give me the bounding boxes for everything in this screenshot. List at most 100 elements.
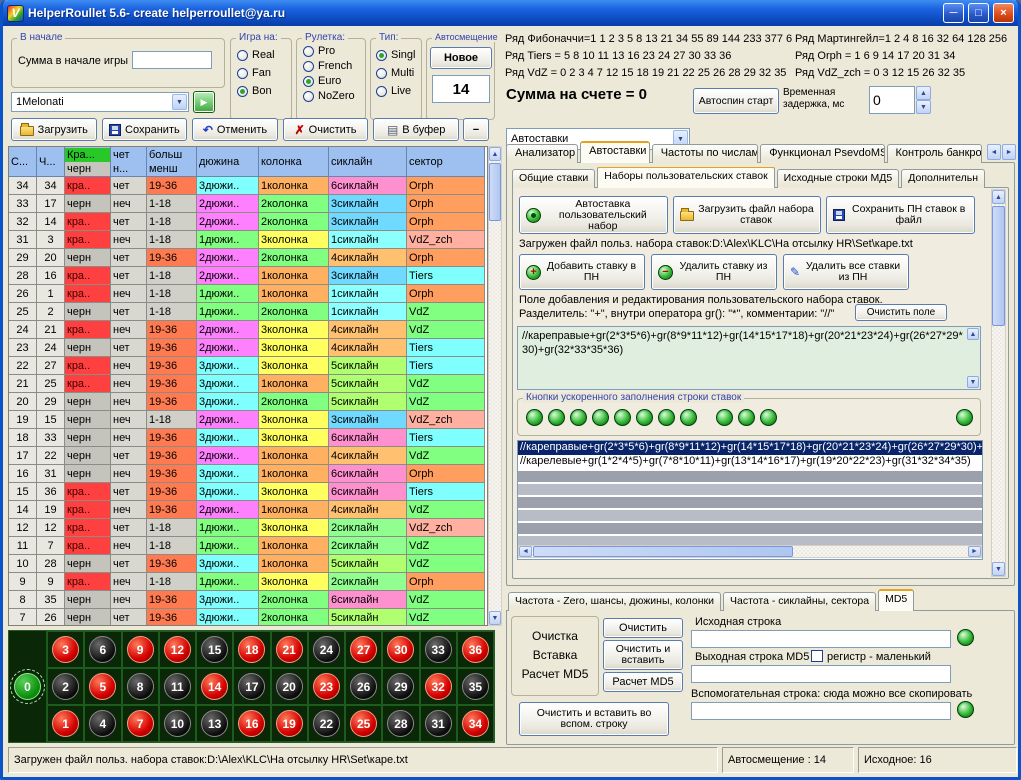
radio-multi[interactable]: Multi: [376, 67, 415, 79]
button-edit-pencil[interactable]: ✎Удалить все ставки из ПН: [783, 254, 909, 290]
delay-value[interactable]: 0: [869, 86, 915, 114]
register-checkbox[interactable]: [811, 650, 823, 662]
delay-spinner[interactable]: 0 ▲ ▼: [869, 86, 931, 114]
md5-source-coin-button[interactable]: [957, 629, 974, 646]
roulette-number-27[interactable]: 27: [350, 636, 377, 663]
roulette-number-22[interactable]: 22: [313, 710, 340, 737]
button-open-folder[interactable]: Загрузить файл набора ставок: [673, 196, 822, 234]
tab-функционал-psevdoms[interactable]: Функционал PsevdoMS: [760, 144, 884, 163]
roulette-number-9[interactable]: 9: [127, 636, 154, 663]
roulette-cell[interactable]: 6: [84, 631, 121, 668]
table-row[interactable]: 2227кра..неч19-363дюжи..3колонка5сиклайн…: [9, 357, 487, 375]
table-row[interactable]: 835черннеч19-363дюжи..2колонка6сиклайнVd…: [9, 591, 487, 609]
table-row[interactable]: 313кра..неч1-181дюжи..3колонка1сиклайнVd…: [9, 231, 487, 249]
roulette-cell[interactable]: 18: [233, 631, 270, 668]
tab-исходные-строки-мд5[interactable]: Исходные строки МД5: [777, 169, 900, 188]
md5-calc-button[interactable]: Расчет MD5: [603, 672, 683, 692]
button-remove-bet-coin[interactable]: −Удалить ставку из ПН: [651, 254, 777, 290]
radio-live[interactable]: Live: [376, 85, 415, 97]
roulette-number-30[interactable]: 30: [387, 636, 414, 663]
roulette-number-18[interactable]: 18: [238, 636, 265, 663]
roulette-cell[interactable]: 4: [84, 705, 121, 742]
table-scrollbar-thumb[interactable]: [489, 163, 501, 221]
roulette-cell[interactable]: 36: [457, 631, 494, 668]
table-row[interactable]: 2920чернчет19-362дюжи..2колонка4сиклайнO…: [9, 249, 487, 267]
clear-field-button[interactable]: Очистить поле: [855, 304, 947, 321]
table-row[interactable]: 3317черннеч1-182дюжи..2колонка3сиклайнOr…: [9, 195, 487, 213]
roulette-number-14[interactable]: 14: [201, 673, 228, 700]
roulette-cell[interactable]: 2: [47, 668, 84, 705]
roulette-cell[interactable]: 21: [271, 631, 308, 668]
play-button[interactable]: ▶: [193, 91, 215, 113]
roulette-cell[interactable]: 5: [84, 668, 121, 705]
button-save-floppy[interactable]: Сохранить ПН ставок в файл: [826, 196, 975, 234]
tab-частоты-по-числам[interactable]: Частоты по числам: [652, 144, 758, 163]
roulette-number-36[interactable]: 36: [462, 636, 489, 663]
roulette-cell[interactable]: 9: [122, 631, 159, 668]
roulette-number-32[interactable]: 32: [425, 673, 452, 700]
md5-paste-helper-button[interactable]: Очистить и вставить во вспом. строку: [519, 702, 669, 736]
button-open-folder[interactable]: Загрузить: [11, 118, 97, 141]
roulette-number-24[interactable]: 24: [313, 636, 340, 663]
list-h-scrollbar[interactable]: ◄ ►: [518, 545, 982, 558]
radio-singl[interactable]: Singl: [376, 49, 415, 61]
roulette-cell[interactable]: 33: [420, 631, 457, 668]
roulette-number-34[interactable]: 34: [462, 710, 489, 737]
table-row[interactable]: 117кра..неч1-181дюжи..1колонка2сиклайнVd…: [9, 537, 487, 555]
roulette-cell[interactable]: 10: [159, 705, 196, 742]
md5-source-input[interactable]: [691, 630, 951, 648]
roulette-number-3[interactable]: 3: [52, 636, 79, 663]
roulette-cell[interactable]: 30: [382, 631, 419, 668]
roulette-cell[interactable]: 20: [271, 668, 308, 705]
roulette-cell[interactable]: 28: [382, 705, 419, 742]
roulette-number-31[interactable]: 31: [425, 710, 452, 737]
preset-combo[interactable]: 1Melonati ▼: [11, 92, 189, 112]
roulette-cell[interactable]: 34: [457, 705, 494, 742]
roulette-number-5[interactable]: 5: [89, 673, 116, 700]
roulette-number-1[interactable]: 1: [52, 710, 79, 737]
edit-scroll-down-icon[interactable]: ▼: [967, 376, 979, 388]
quick-fill-coin-button[interactable]: [760, 409, 777, 426]
scroll-right-icon[interactable]: ►: [968, 546, 981, 557]
roulette-number-16[interactable]: 16: [238, 710, 265, 737]
roulette-cell[interactable]: 12: [159, 631, 196, 668]
quick-fill-coin-button[interactable]: [738, 409, 755, 426]
roulette-cell[interactable]: 25: [345, 705, 382, 742]
autospin-start-button[interactable]: Автоспин старт: [693, 88, 779, 114]
tab-частота-сиклайны-сектора[interactable]: Частота - сиклайны, сектора: [723, 592, 876, 611]
roulette-cell[interactable]: 7: [122, 705, 159, 742]
roulette-number-25[interactable]: 25: [350, 710, 377, 737]
table-row[interactable]: 1028чернчет19-363дюжи..1колонка5сиклайнV…: [9, 555, 487, 573]
tab-scroll-right-icon[interactable]: ►: [1002, 144, 1016, 160]
md5-clear-button[interactable]: Очистить: [603, 618, 683, 638]
roulette-cell[interactable]: 24: [308, 631, 345, 668]
roulette-number-2[interactable]: 2: [52, 673, 79, 700]
panel-scrollbar[interactable]: ▲ ▼: [991, 189, 1006, 577]
roulette-cell[interactable]: 35: [457, 668, 494, 705]
button-bet-coin[interactable]: Автоставка пользовательский набор: [519, 196, 668, 234]
roulette-number-23[interactable]: 23: [313, 673, 340, 700]
roulette-number-29[interactable]: 29: [387, 673, 414, 700]
roulette-number-35[interactable]: 35: [462, 673, 489, 700]
quick-fill-coin-button[interactable]: [526, 409, 543, 426]
scroll-down-icon[interactable]: ▼: [992, 562, 1005, 576]
table-row[interactable]: 1833черннеч19-363дюжи..3колонка6сиклайнT…: [9, 429, 487, 447]
roulette-cell[interactable]: 19: [271, 705, 308, 742]
scroll-down-icon[interactable]: ▼: [489, 611, 501, 625]
quick-fill-coin-button[interactable]: [716, 409, 733, 426]
table-row[interactable]: 3434кра..чет19-363дюжи..1колонка6сиклайн…: [9, 177, 487, 195]
roulette-number-13[interactable]: 13: [201, 710, 228, 737]
roulette-number-33[interactable]: 33: [425, 636, 452, 663]
quick-fill-coin-button[interactable]: [614, 409, 631, 426]
table-row[interactable]: 726чернчет19-363дюжи..2колонка5сиклайнVd…: [9, 609, 487, 626]
roulette-cell[interactable]: 22: [308, 705, 345, 742]
scroll-up-icon[interactable]: ▲: [489, 147, 501, 161]
roulette-cell[interactable]: 32: [420, 668, 457, 705]
table-row[interactable]: 2029черннеч19-363дюжи..2колонка5сиклайнV…: [9, 393, 487, 411]
table-row[interactable]: 1631черннеч19-363дюжи..1колонка6сиклайнO…: [9, 465, 487, 483]
table-row[interactable]: 2421кра..неч19-362дюжи..3колонка4сиклайн…: [9, 321, 487, 339]
chevron-down-icon[interactable]: ▼: [172, 94, 187, 110]
bet-edit-area[interactable]: //кареправые+gr(2*3*5*6)+gr(8*9*11*12)+g…: [517, 326, 981, 390]
table-row[interactable]: 1536кра..чет19-363дюжи..3колонка6сиклайн…: [9, 483, 487, 501]
tab-дополнительн[interactable]: Дополнительн: [901, 169, 985, 188]
